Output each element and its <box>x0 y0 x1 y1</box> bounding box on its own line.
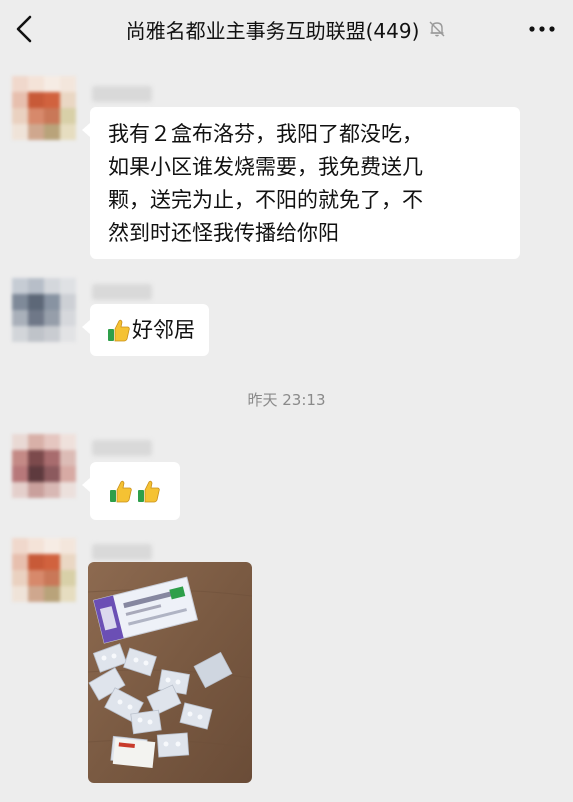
sender-name-blurred <box>92 284 152 300</box>
avatar[interactable] <box>12 434 76 498</box>
sender-name-blurred <box>92 440 152 456</box>
message-bubble[interactable]: 好邻居 <box>82 304 209 356</box>
sender-name-blurred <box>92 544 152 560</box>
medicine-photo <box>88 562 252 783</box>
thumbs-up-icon <box>138 480 160 503</box>
message-text: 好邻居 <box>132 317 195 342</box>
avatar[interactable] <box>12 278 76 342</box>
chat-title-text: 尚雅名都业主事务互助联盟(449) <box>125 18 420 43</box>
bell-off-icon <box>429 21 445 37</box>
more-dots-icon[interactable] <box>525 17 559 41</box>
timestamp: 昨天 23:13 <box>247 391 326 409</box>
avatar[interactable] <box>12 538 76 602</box>
message-line: 我有２盒布洛芬，我阳了都没吃， <box>108 122 423 146</box>
message-line: 如果小区谁发烧需要，我免费送几 <box>108 155 423 179</box>
message-bubble[interactable]: 我有２盒布洛芬，我阳了都没吃， 如果小区谁发烧需要，我免费送几 颗，送完为止，不… <box>82 107 520 259</box>
chat-header: 尚雅名都业主事务互助联盟(449) <box>0 0 573 58</box>
sender-name-blurred <box>92 86 152 102</box>
chevron-left-icon[interactable] <box>10 12 40 46</box>
thumbs-up-icon <box>110 480 132 503</box>
avatar[interactable] <box>12 76 76 140</box>
message-line: 然到时还怪我传播给你阳 <box>108 221 339 245</box>
image-message[interactable] <box>88 562 252 783</box>
message-line: 颗，送完为止，不阳的就免了，不 <box>108 188 423 212</box>
thumbs-up-icon <box>108 319 130 342</box>
chat-title: 尚雅名都业主事务互助联盟(449) <box>60 0 513 58</box>
message-bubble[interactable] <box>82 462 180 520</box>
